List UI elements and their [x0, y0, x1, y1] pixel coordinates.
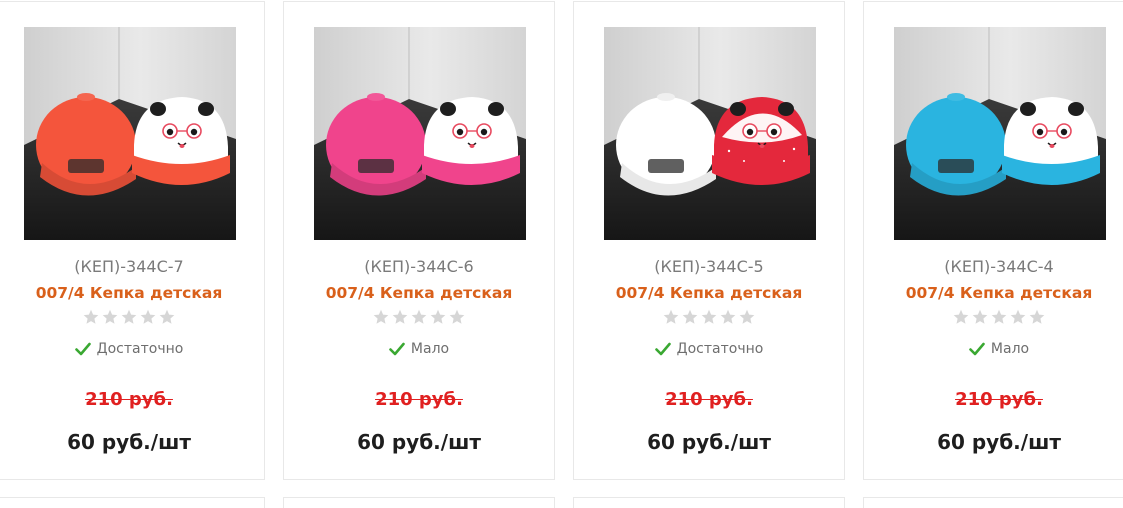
star-icon[interactable] [102, 309, 118, 325]
check-icon [969, 342, 985, 356]
star-icon[interactable] [1029, 309, 1045, 325]
product-sku: (КЕП)-344С-5 [654, 257, 764, 276]
product-image[interactable] [314, 27, 526, 240]
stock-label: Достаточно [96, 341, 184, 357]
stock-label: Мало [410, 341, 450, 357]
star-icon[interactable] [121, 309, 137, 325]
product-name-link[interactable]: 007/4 Кепка детская [864, 283, 1123, 303]
star-icon[interactable] [392, 309, 408, 325]
product-name-link[interactable]: 007/4 Кепка детская [0, 283, 264, 303]
star-icon[interactable] [701, 309, 717, 325]
check-icon [389, 342, 405, 356]
product-sku: (КЕП)-344С-7 [74, 257, 184, 276]
stock-label: Мало [990, 341, 1030, 357]
star-icon[interactable] [1010, 309, 1026, 325]
product-name-link[interactable]: 007/4 Кепка детская [574, 283, 844, 303]
product-card[interactable]: (КЕП)-344С-6 007/4 Кепка детская Мало 21… [283, 1, 555, 480]
star-icon[interactable] [720, 309, 736, 325]
product-card[interactable]: (КЕП)-344С-4 007/4 Кепка детская Мало 21… [863, 1, 1123, 480]
star-icon[interactable] [663, 309, 679, 325]
product-image[interactable] [24, 27, 236, 240]
product-card[interactable]: (КЕП)-344С-5 007/4 Кепка детская Достато… [573, 1, 845, 480]
stock-status: Достаточно [574, 339, 844, 359]
product-image[interactable] [894, 27, 1106, 240]
check-icon [654, 342, 671, 356]
product-card[interactable] [0, 497, 265, 508]
product-sku: (КЕП)-344С-4 [944, 257, 1054, 276]
current-price: 60 руб./шт [647, 430, 771, 454]
rating-stars[interactable] [284, 309, 554, 327]
star-icon[interactable] [411, 309, 427, 325]
product-name-link[interactable]: 007/4 Кепка детская [284, 283, 554, 303]
rating-stars[interactable] [0, 309, 264, 327]
current-price: 60 руб./шт [67, 430, 191, 454]
star-icon[interactable] [739, 309, 755, 325]
product-card[interactable] [573, 497, 845, 508]
current-price: 60 руб./шт [937, 430, 1061, 454]
stock-label: Достаточно [676, 341, 764, 357]
product-image[interactable] [604, 27, 816, 240]
current-price: 60 руб./шт [357, 430, 481, 454]
star-icon[interactable] [430, 309, 446, 325]
star-icon[interactable] [991, 309, 1007, 325]
star-icon[interactable] [140, 309, 156, 325]
product-sku: (КЕП)-344С-6 [364, 257, 474, 276]
old-price: 210 руб. [375, 389, 463, 410]
rating-stars[interactable] [574, 309, 844, 327]
product-card[interactable] [283, 497, 555, 508]
old-price: 210 руб. [85, 389, 173, 410]
old-price: 210 руб. [955, 389, 1043, 410]
stock-status: Достаточно [0, 339, 264, 359]
star-icon[interactable] [972, 309, 988, 325]
product-card[interactable] [863, 497, 1123, 508]
star-icon[interactable] [953, 309, 969, 325]
star-icon[interactable] [449, 309, 465, 325]
product-grid: (КЕП)-344С-7 007/4 Кепка детская Достато… [0, 0, 1123, 508]
stock-status: Мало [864, 339, 1123, 359]
rating-stars[interactable] [864, 309, 1123, 327]
star-icon[interactable] [83, 309, 99, 325]
star-icon[interactable] [373, 309, 389, 325]
star-icon[interactable] [682, 309, 698, 325]
star-icon[interactable] [159, 309, 175, 325]
product-card[interactable]: (КЕП)-344С-7 007/4 Кепка детская Достато… [0, 1, 265, 480]
stock-status: Мало [284, 339, 554, 359]
old-price: 210 руб. [665, 389, 753, 410]
check-icon [74, 342, 91, 356]
